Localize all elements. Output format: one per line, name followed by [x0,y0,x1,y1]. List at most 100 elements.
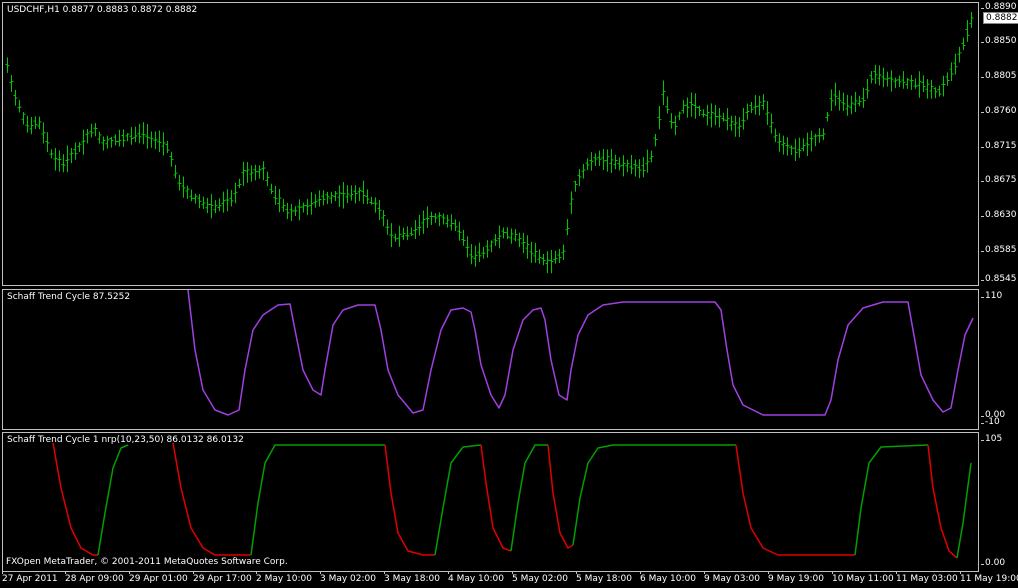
price-bar [853,91,858,113]
price-bar [13,89,18,106]
price-bar [585,158,590,170]
price-bar [377,199,382,221]
price-bar [705,104,710,126]
price-bar [589,152,594,171]
price-bar [269,183,274,194]
stc1-segment [735,444,855,556]
price-bar [733,115,738,137]
price-bar [789,145,794,156]
price-bar [877,65,882,86]
time-tick: 2 May 10:00 [256,571,312,584]
price-bar [409,227,414,236]
price-bar [957,46,962,63]
price-bar [33,116,38,130]
price-bar [73,142,78,160]
price-bar [225,189,230,212]
price-bar [961,37,966,50]
price-bar [473,245,478,267]
price-bar [601,148,606,171]
price-scale: 0.8890 0.8850 0.8805 0.8760 0.8715 0.867… [981,2,1018,286]
price-bar [669,113,674,129]
price-bar [413,220,418,239]
price-bar [537,249,542,264]
price-bar [201,196,206,209]
stc1-scale: 105 0.00 [980,432,1018,572]
price-bar [637,159,642,179]
price-bar [129,127,134,145]
price-bar [85,128,90,144]
price-bar [629,154,634,175]
price-bar [77,142,82,153]
price-bar [437,212,442,227]
price-bar [105,135,110,149]
price-bar [157,130,162,152]
price-bar [645,149,650,173]
price-bar [421,210,426,234]
price-bar [465,236,470,258]
time-tick: 5 May 18:00 [576,571,632,584]
price-bar [149,131,154,148]
price-bar [209,194,214,219]
price-bar [925,79,930,99]
price-bar [373,197,378,213]
price-bar [273,185,278,205]
stc1-segment [956,462,972,559]
stc1-segment [547,444,574,549]
price-bar [333,191,338,202]
price-bar [425,206,430,228]
time-tick: 10 May 11:00 [832,571,894,584]
price-bar [521,232,526,254]
stc1-segment [172,442,251,556]
price-bar [461,229,466,246]
stc1-segment [384,444,435,556]
price-bar [417,214,422,236]
price-bar [609,148,614,173]
price-bar [921,75,926,93]
price-bar [941,75,946,97]
price-bar [885,71,890,87]
price-bar [281,198,286,212]
price-bar [625,159,630,173]
price-bar [713,104,718,126]
price-tick: 0.8805 [981,71,1017,81]
price-bar [17,99,22,113]
price-bar [221,191,226,213]
price-bar [893,77,898,89]
price-bar [829,89,834,111]
stc-tick: -10 [981,417,1000,427]
price-bar [205,197,210,214]
time-tick: 3 May 02:00 [320,571,376,584]
price-bar [749,102,754,114]
price-bar [349,185,354,201]
price-bar [321,190,326,206]
price-bar [845,94,850,116]
price-bar [317,190,322,207]
price-bar [653,134,658,147]
time-tick: 6 May 10:00 [640,571,696,584]
stc1-indicator-pane[interactable]: Schaff Trend Cycle 1 nrp(10,23,50) 86.01… [2,432,979,572]
price-bar [173,164,178,179]
price-bar [797,137,802,158]
price-bar [889,70,894,92]
price-bar [401,227,406,240]
price-bar [441,213,446,225]
price-bar [97,131,102,144]
price-bar [217,198,222,212]
price-bar [553,250,558,264]
stc-indicator-pane[interactable]: Schaff Trend Cycle 87.5252 [2,289,979,430]
price-bar [917,71,922,98]
price-bar [49,149,54,159]
price-bar [485,240,490,258]
price-bar [809,130,814,152]
price-bar [141,122,146,145]
price-bar [593,153,598,167]
price-bar [361,180,366,204]
price-bar [445,214,450,228]
time-tick: 29 Apr 01:00 [129,571,188,584]
price-bar [469,244,474,265]
price-chart-pane[interactable]: USDCHF,H1 0.8877 0.8883 0.8872 0.8882 [2,2,979,286]
price-bar [725,108,730,131]
price-bar [613,154,618,170]
price-bar [277,189,282,213]
time-axis: 27 Apr 2011 28 Apr 09:00 29 Apr 01:00 29… [0,571,1018,588]
